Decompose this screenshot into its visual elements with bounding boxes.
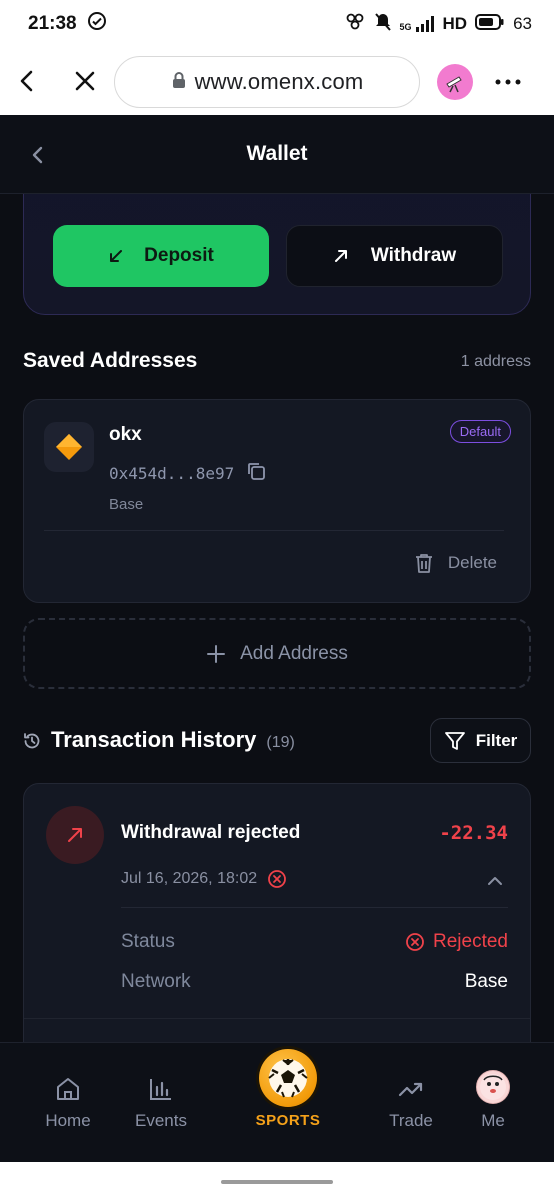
divider	[44, 530, 504, 531]
check-circle-icon	[87, 11, 107, 37]
nav-events[interactable]: Events	[116, 1043, 206, 1163]
signal-icon: 5G	[400, 16, 435, 32]
chevron-up-icon	[488, 877, 502, 885]
address-hash-row: 0x454d...8e97	[109, 461, 266, 485]
address-card: okx 0x454d...8e97 Base Default Delete	[23, 399, 531, 603]
home-icon	[57, 1078, 79, 1100]
tx-date-row: Jul 16, 2026, 18:02	[121, 869, 287, 889]
nav-me-label: Me	[481, 1111, 505, 1130]
add-address-label: Add Address	[240, 642, 348, 664]
divider	[24, 1018, 530, 1019]
telescope-icon	[446, 76, 462, 93]
deposit-button[interactable]: Deposit	[53, 225, 269, 287]
url-text: www.omenx.com	[194, 69, 364, 94]
user-avatar-icon	[480, 1074, 506, 1100]
balance-card: Deposit Withdraw	[23, 194, 531, 315]
status-time: 21:38	[28, 13, 77, 34]
divider	[121, 907, 508, 908]
mute-bell-icon	[374, 12, 392, 37]
address-hash: 0x454d...8e97	[109, 463, 235, 483]
battery-level: 63	[513, 14, 532, 33]
browser-menu-button[interactable]	[488, 62, 528, 102]
transaction-history-label: Transaction History	[51, 727, 257, 752]
plus-icon	[207, 644, 226, 663]
arrow-down-left-icon	[110, 250, 123, 262]
network-value: Base	[464, 971, 508, 992]
transaction-item[interactable]: Withdrawal rejected -22.34 Jul 16, 2026,…	[23, 783, 531, 1042]
more-dots-icon	[495, 79, 521, 85]
add-address-button[interactable]: Add Address	[23, 618, 531, 689]
lock-icon	[171, 69, 187, 95]
okx-logo-icon	[44, 422, 94, 472]
bar-chart-icon	[150, 1079, 171, 1100]
tx-name: Withdrawal rejected	[121, 822, 301, 843]
trash-icon	[415, 554, 432, 573]
network-type: 5G	[399, 22, 412, 32]
filter-funnel-icon	[444, 731, 465, 750]
filter-label: Filter	[475, 730, 518, 750]
gesture-area	[0, 1162, 554, 1200]
tx-type-icon	[46, 806, 104, 864]
withdraw-button[interactable]: Withdraw	[286, 225, 503, 287]
avatar[interactable]	[476, 1070, 510, 1104]
transaction-history-title: Transaction History (19)	[51, 727, 295, 753]
soccer-ball-icon	[259, 1049, 317, 1107]
network-label: Network	[121, 971, 191, 992]
tx-date: Jul 16, 2026, 18:02	[121, 870, 258, 887]
trend-up-icon	[398, 1082, 423, 1097]
chevron-left-icon	[32, 146, 43, 164]
status-value-row: Rejected	[405, 931, 508, 953]
copy-icon[interactable]	[246, 461, 266, 485]
nav-trade[interactable]: Trade	[366, 1043, 456, 1163]
withdraw-label: Withdraw	[370, 245, 457, 266]
main-content: Deposit Withdraw Saved Addresses 1 addre…	[0, 194, 554, 1042]
home-gesture-bar[interactable]	[221, 1180, 333, 1184]
back-button[interactable]	[24, 141, 52, 169]
transaction-count: (19)	[266, 734, 295, 751]
arrow-up-right-icon	[68, 828, 82, 842]
arrow-up-right-icon	[334, 250, 347, 262]
x-circle-icon	[268, 870, 287, 888]
collapse-button[interactable]	[486, 872, 504, 895]
page-title: Wallet	[246, 142, 308, 165]
status-bar: 21:38 5G HD 63	[0, 0, 554, 48]
nav-home[interactable]: Home	[23, 1043, 113, 1163]
delete-address-button[interactable]: Delete	[414, 552, 497, 574]
deposit-label: Deposit	[144, 245, 214, 266]
status-value: Rejected	[433, 931, 508, 952]
filter-button[interactable]: Filter	[430, 718, 531, 763]
default-badge: Default	[449, 420, 511, 443]
status-label: Status	[121, 931, 175, 952]
tx-amount: -22.34	[439, 822, 508, 844]
history-icon	[22, 731, 42, 756]
battery-icon	[475, 13, 505, 36]
x-circle-icon	[406, 933, 424, 951]
address-count: 1 address	[460, 353, 531, 370]
app-header: Wallet	[0, 115, 554, 194]
delete-label: Delete	[447, 553, 497, 572]
browser-profile-avatar[interactable]	[437, 64, 473, 100]
browser-bar: www.omenx.com	[0, 48, 554, 115]
browser-back-button[interactable]	[0, 53, 56, 109]
address-name: okx	[109, 424, 142, 445]
saved-addresses-title: Saved Addresses	[23, 349, 198, 372]
link-icon	[344, 12, 366, 37]
browser-close-button[interactable]	[57, 53, 113, 109]
nav-trade-label: Trade	[389, 1111, 433, 1130]
hd-label: HD	[442, 14, 468, 33]
url-bar[interactable]: www.omenx.com	[114, 56, 420, 108]
bottom-nav: Home Events SPORTS Trade Me	[0, 1042, 554, 1162]
close-icon	[75, 71, 95, 91]
address-network: Base	[109, 496, 144, 513]
arrow-left-icon	[20, 70, 33, 92]
